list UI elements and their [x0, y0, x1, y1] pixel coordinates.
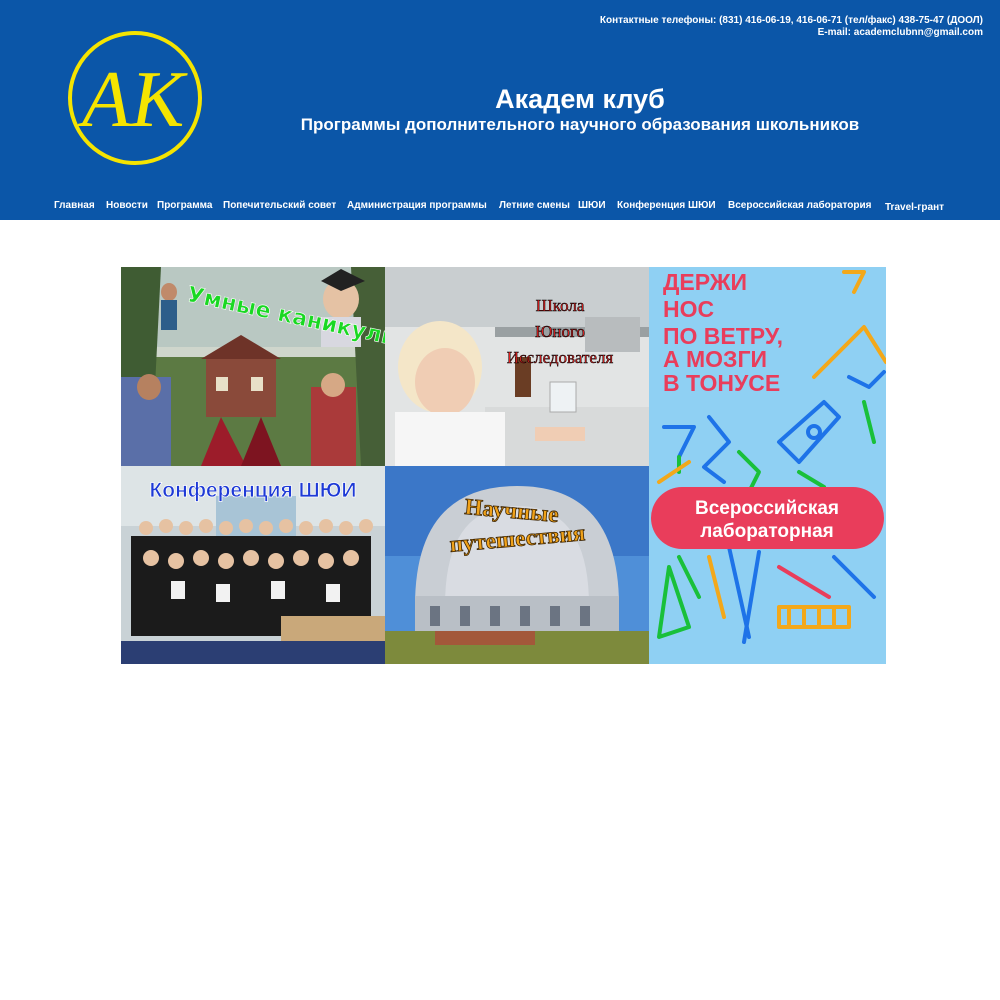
- nav-item-shui[interactable]: ШЮИ: [578, 200, 606, 211]
- tile-smart-holidays[interactable]: Умные каникулы: [121, 267, 385, 466]
- site-title-block: Академ клуб Программы дополнительного на…: [280, 84, 880, 136]
- nav-item-travel[interactable]: Travel-грант: [885, 202, 944, 213]
- poster-line5: В ТОНУСЕ: [663, 370, 780, 396]
- nav-item-conference[interactable]: Конференция ШЮИ: [617, 200, 716, 211]
- tile-school-line2: Юного: [535, 322, 585, 341]
- site-header: Контактные телефоны: (831) 416-06-19, 41…: [0, 0, 1000, 220]
- nav-item-lab[interactable]: Всероссийская лаборатория: [728, 200, 871, 211]
- poster-badge-line1: Всероссийская: [695, 498, 839, 519]
- nav-item-program[interactable]: Программа: [157, 200, 212, 211]
- contact-phones: Контактные телефоны: (831) 416-06-19, 41…: [599, 15, 983, 26]
- nav-item-summer[interactable]: Летние смены: [499, 200, 570, 211]
- poster-badge-line2: лабораторная: [700, 521, 834, 542]
- poster-line4: А МОЗГИ: [663, 346, 767, 372]
- tile-young-researcher-school[interactable]: Школа Юного Исследователя: [385, 267, 649, 466]
- contact-email[interactable]: E-mail: academclubnn@gmail.com: [600, 27, 983, 39]
- tile-school-line3: Исследователя: [507, 348, 614, 367]
- contact-info: Контактные телефоны: (831) 416-06-19, 41…: [600, 15, 983, 39]
- poster-line2: НОС: [663, 296, 714, 322]
- site-logo[interactable]: АК: [67, 30, 203, 166]
- nav-item-news[interactable]: Новости: [106, 200, 148, 211]
- nav-item-board[interactable]: Попечительский совет: [223, 200, 336, 211]
- nav-item-administration[interactable]: Администрация программы: [347, 200, 487, 211]
- logo-text: АК: [77, 56, 188, 144]
- program-tiles: Умные каникулы Школа Юного Исследователя…: [121, 267, 886, 664]
- page-title: Академ клуб: [495, 84, 665, 114]
- tile-conference[interactable]: Конференция ШЮИ: [121, 466, 385, 664]
- tile-all-russian-lab[interactable]: ДЕРЖИ НОС ПО ВЕТРУ, А МОЗГИ В ТОНУСЕ Все…: [649, 267, 886, 664]
- tile-conference-caption: Конференция ШЮИ: [149, 479, 356, 502]
- poster-line1: ДЕРЖИ: [663, 269, 747, 295]
- tile-school-line1: Школа: [536, 296, 585, 315]
- tile-scientific-travel[interactable]: Научные путешествия: [385, 466, 649, 664]
- nav-item-home[interactable]: Главная: [54, 200, 95, 211]
- page-subtitle: Программы дополнительного научного образ…: [300, 115, 860, 134]
